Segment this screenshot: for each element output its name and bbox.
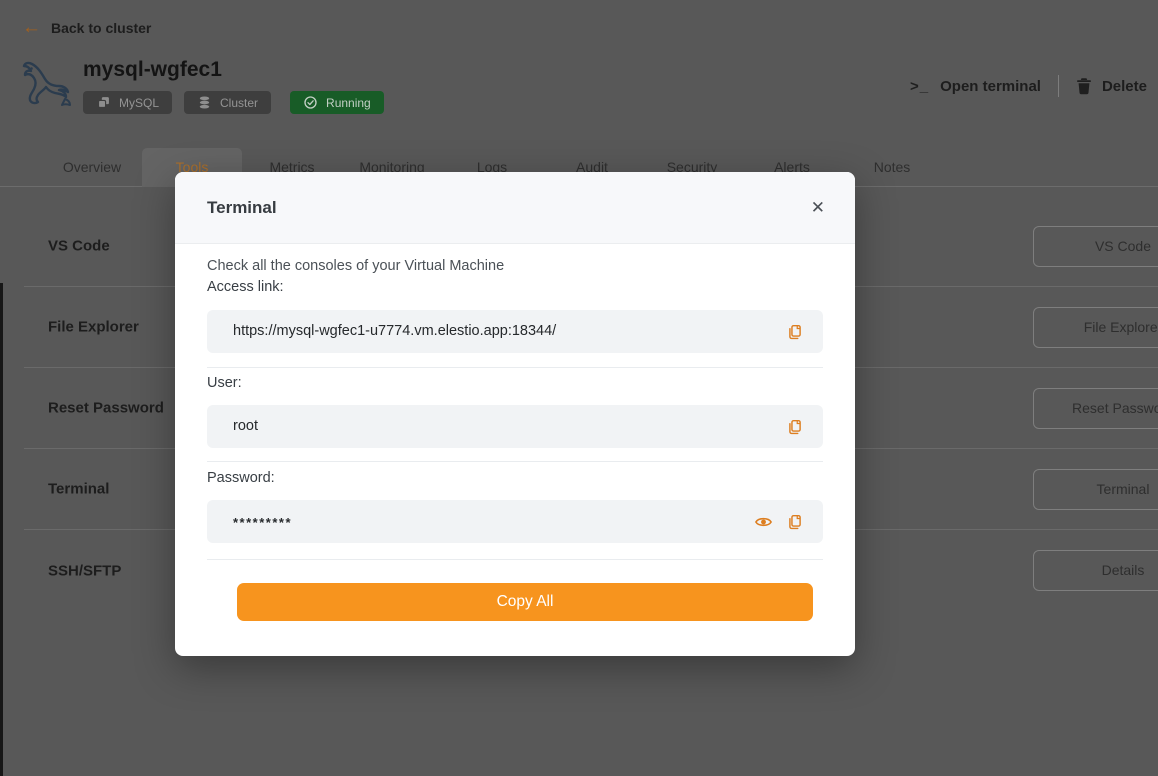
- actions-separator: [1058, 75, 1059, 97]
- close-icon[interactable]: ✕: [811, 199, 825, 216]
- terminal-button[interactable]: Terminal: [1033, 469, 1158, 510]
- password-value: *********: [233, 500, 292, 546]
- open-terminal-button[interactable]: >_ Open terminal: [910, 78, 1041, 95]
- modal-header: Terminal ✕: [175, 172, 855, 244]
- terminal-prompt-icon: >_: [910, 78, 929, 95]
- password-field[interactable]: *********: [207, 500, 823, 543]
- divider: [207, 559, 823, 560]
- delete-label: Delete: [1102, 78, 1147, 95]
- user-field[interactable]: root: [207, 405, 823, 448]
- trash-icon: [1076, 77, 1092, 95]
- copy-icon: [786, 513, 803, 530]
- copy-icon: [786, 323, 803, 340]
- tool-row-label: Reset Password: [48, 400, 164, 417]
- password-label: Password:: [207, 470, 275, 486]
- divider: [207, 461, 823, 462]
- reset-password-button[interactable]: Reset Password: [1033, 388, 1158, 429]
- stack-icon: [96, 95, 111, 110]
- tab-notes[interactable]: Notes: [842, 148, 942, 187]
- eye-icon: [754, 512, 773, 531]
- modal-description: Check all the consoles of your Virtual M…: [207, 258, 504, 274]
- ssh-details-button[interactable]: Details: [1033, 550, 1158, 591]
- back-link-label: Back to cluster: [51, 20, 151, 36]
- tool-row-label: Terminal: [48, 481, 109, 498]
- terminal-modal: Terminal ✕ Check all the consoles of you…: [175, 172, 855, 656]
- tab-overview[interactable]: Overview: [42, 148, 142, 187]
- header-actions: >_ Open terminal Delete: [910, 72, 1147, 100]
- page-title: mysql-wgfec1: [83, 58, 222, 82]
- badge-label: Running: [326, 96, 371, 110]
- status-badges: MySQL Cluster Running: [83, 91, 384, 114]
- mysql-dolphin-logo-icon: [18, 54, 76, 117]
- vscode-button[interactable]: VS Code: [1033, 226, 1158, 267]
- access-link-field[interactable]: https://mysql-wgfec1-u7774.vm.elestio.ap…: [207, 310, 823, 353]
- access-link-value: https://mysql-wgfec1-u7774.vm.elestio.ap…: [233, 310, 556, 353]
- left-edge-strip: [0, 283, 3, 776]
- database-icon: [197, 95, 212, 110]
- badge-mysql: MySQL: [83, 91, 172, 114]
- badge-cluster: Cluster: [184, 91, 271, 114]
- file-explorer-button[interactable]: File Explorer: [1033, 307, 1158, 348]
- open-terminal-label: Open terminal: [940, 78, 1041, 95]
- user-value: root: [233, 405, 258, 448]
- copy-user-button[interactable]: [786, 418, 803, 435]
- copy-access-link-button[interactable]: [786, 323, 803, 340]
- tool-row-label: VS Code: [48, 238, 110, 255]
- check-circle-icon: [303, 95, 318, 110]
- divider: [207, 367, 823, 368]
- badge-label: MySQL: [119, 96, 159, 110]
- back-to-cluster-link[interactable]: ← Back to cluster: [22, 18, 151, 38]
- show-password-button[interactable]: [754, 512, 773, 531]
- modal-title: Terminal: [207, 198, 277, 218]
- copy-icon: [786, 418, 803, 435]
- delete-button[interactable]: Delete: [1076, 77, 1147, 95]
- badge-label: Cluster: [220, 96, 258, 110]
- tool-row-label: File Explorer: [48, 319, 139, 336]
- copy-all-button[interactable]: Copy All: [237, 583, 813, 621]
- tool-row-label: SSH/SFTP: [48, 562, 121, 579]
- back-arrow-icon: ←: [22, 18, 41, 38]
- user-label: User:: [207, 375, 242, 391]
- copy-password-button[interactable]: [786, 513, 803, 530]
- badge-running: Running: [290, 91, 384, 114]
- access-link-label: Access link:: [207, 279, 284, 295]
